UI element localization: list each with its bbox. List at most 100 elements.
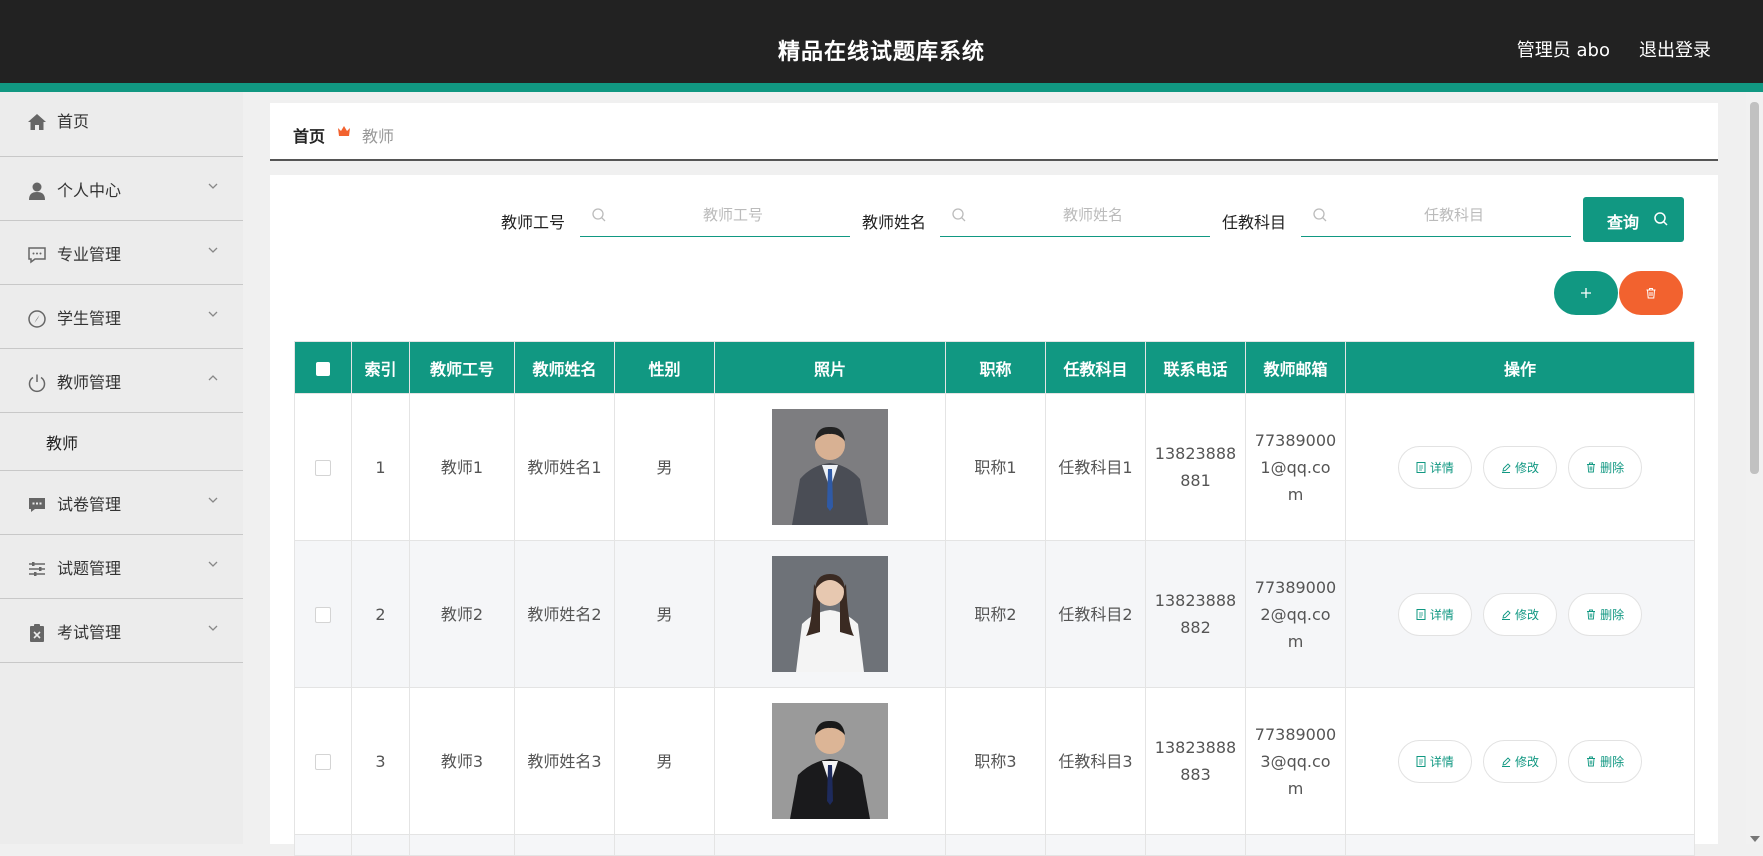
sidebar-subitem-teacher[interactable]: 教师	[0, 413, 243, 471]
document-icon	[1416, 608, 1426, 620]
photo-cell	[714, 540, 946, 688]
scroll-down-arrow[interactable]	[1750, 836, 1760, 842]
sidebar-item-teacher-management[interactable]: 教师管理	[0, 349, 243, 413]
batch-delete-button[interactable]	[1619, 271, 1683, 315]
edit-button[interactable]: 修改	[1483, 739, 1557, 783]
sidebar-item-exam-management[interactable]: 考试管理	[0, 599, 243, 663]
chat-icon	[28, 246, 46, 263]
scrollbar-thumb[interactable]	[1750, 102, 1759, 474]
teacher-name-cell: 教师姓名1	[514, 393, 615, 541]
query-button-label: 查询	[1607, 213, 1640, 232]
trash-icon	[1587, 609, 1596, 619]
row-checkbox[interactable]	[315, 607, 331, 623]
email-cell: 773890001@qq.com	[1245, 393, 1346, 541]
index-cell: 2	[351, 540, 410, 688]
edit-button[interactable]: 修改	[1483, 592, 1557, 636]
delete-button[interactable]: 删除	[1568, 592, 1643, 636]
title-cell: 职称1	[945, 393, 1046, 541]
add-button[interactable]	[1554, 271, 1618, 315]
row-checkbox[interactable]	[315, 754, 331, 770]
pencil-icon	[1501, 756, 1511, 767]
teacher-name-cell: 教师姓名3	[514, 687, 615, 835]
delete-button-label: 删除	[1600, 460, 1625, 475]
sidebar-item-label: 首页	[57, 112, 90, 131]
message-icon	[29, 497, 45, 512]
column-header: 教师姓名	[514, 341, 615, 394]
query-button[interactable]: 查询	[1583, 197, 1684, 242]
home-icon	[28, 114, 46, 130]
sidebar-item-major-management[interactable]: 专业管理	[0, 221, 243, 285]
user-icon	[29, 182, 45, 200]
column-header: 任教科目	[1045, 341, 1146, 394]
subject-input[interactable]	[1341, 202, 1567, 228]
column-header: 索引	[351, 341, 410, 394]
breadcrumb: 首页 教师	[270, 103, 1718, 161]
row-select-cell	[294, 393, 352, 541]
logout-button[interactable]: 退出登录	[1639, 36, 1711, 62]
top-bar: 精品在线试题库系统 管理员 abo 退出登录	[0, 0, 1763, 92]
select-all-header	[294, 341, 352, 394]
table-header-row: 索引 教师工号 教师姓名 性别 照片 职称 任教科目 联系电话 教师邮箱 操作	[294, 341, 1695, 394]
sidebar-item-label: 学生管理	[57, 308, 122, 328]
edit-button[interactable]: 修改	[1483, 445, 1557, 489]
trash-icon	[1587, 462, 1596, 472]
trash-icon	[1646, 288, 1656, 299]
table-row: 2 教师2 教师姓名2 男 职称2 任教科目2 13823888882 7738…	[294, 540, 1695, 688]
chevron-down-icon	[208, 625, 218, 631]
edit-button-label: 修改	[1514, 607, 1539, 622]
sidebar-item-label: 考试管理	[57, 622, 122, 642]
chevron-down-icon	[208, 247, 218, 253]
chevron-down-icon	[208, 183, 218, 189]
table-row-partial	[294, 834, 1695, 856]
search-label-teacher-name: 教师姓名	[862, 213, 927, 232]
gender-cell: 男	[614, 540, 715, 688]
title-cell: 职称2	[945, 540, 1046, 688]
page-scrollbar[interactable]	[1746, 92, 1763, 844]
delete-button[interactable]: 删除	[1568, 739, 1643, 783]
document-icon	[1416, 755, 1426, 767]
teacher-name-input[interactable]	[980, 202, 1206, 228]
search-field-subject	[1301, 194, 1571, 237]
subject-cell: 任教科目3	[1045, 687, 1146, 835]
sidebar-item-personal-center[interactable]: 个人中心	[0, 157, 243, 221]
document-icon	[1416, 461, 1426, 473]
sidebar-item-question-management[interactable]: 试题管理	[0, 535, 243, 599]
actions-cell: 详情 修改 删除	[1345, 393, 1695, 541]
chevron-down-icon	[208, 497, 218, 503]
detail-button[interactable]: 详情	[1397, 592, 1472, 636]
row-checkbox[interactable]	[315, 460, 331, 476]
sidebar: 首页 个人中心 专业管理 学生管理 教师管理 教师 试卷管理 试题管理 考试管理	[0, 92, 243, 844]
search-field-teacher-id	[580, 194, 850, 237]
current-user: 管理员 abo	[1516, 40, 1610, 61]
sidebar-item-home[interactable]: 首页	[0, 92, 243, 157]
photo-cell	[714, 687, 946, 835]
teacher-id-input[interactable]	[620, 202, 846, 228]
chevron-up-icon	[208, 374, 218, 380]
teacher-photo	[772, 556, 888, 672]
power-icon	[28, 374, 46, 392]
chevron-down-icon	[208, 311, 218, 317]
photo-cell	[714, 393, 946, 541]
sidebar-item-label: 个人中心	[57, 180, 122, 200]
clipboard-icon	[30, 623, 44, 642]
search-icon	[1313, 208, 1327, 222]
sliders-icon	[29, 561, 45, 576]
plus-icon	[1581, 288, 1591, 298]
sidebar-item-student-management[interactable]: 学生管理	[0, 285, 243, 349]
phone-cell: 13823888883	[1145, 687, 1246, 835]
crown-icon	[338, 126, 350, 136]
table-row: 1 教师1 教师姓名1 男 职称1 任教科目1 13823888881 7738…	[294, 393, 1695, 541]
breadcrumb-home[interactable]: 首页	[293, 123, 325, 147]
row-select-cell	[294, 687, 352, 835]
detail-button[interactable]: 详情	[1397, 739, 1472, 783]
column-header: 职称	[945, 341, 1046, 394]
column-header: 性别	[614, 341, 715, 394]
breadcrumb-current: 教师	[362, 127, 395, 146]
delete-button[interactable]: 删除	[1568, 445, 1643, 489]
sidebar-item-label: 试卷管理	[57, 494, 122, 514]
pencil-icon	[1501, 462, 1511, 473]
sidebar-item-paper-management[interactable]: 试卷管理	[0, 471, 243, 535]
select-all-checkbox[interactable]	[316, 361, 330, 376]
email-cell: 773890002@qq.com	[1245, 540, 1346, 688]
detail-button[interactable]: 详情	[1397, 445, 1472, 489]
